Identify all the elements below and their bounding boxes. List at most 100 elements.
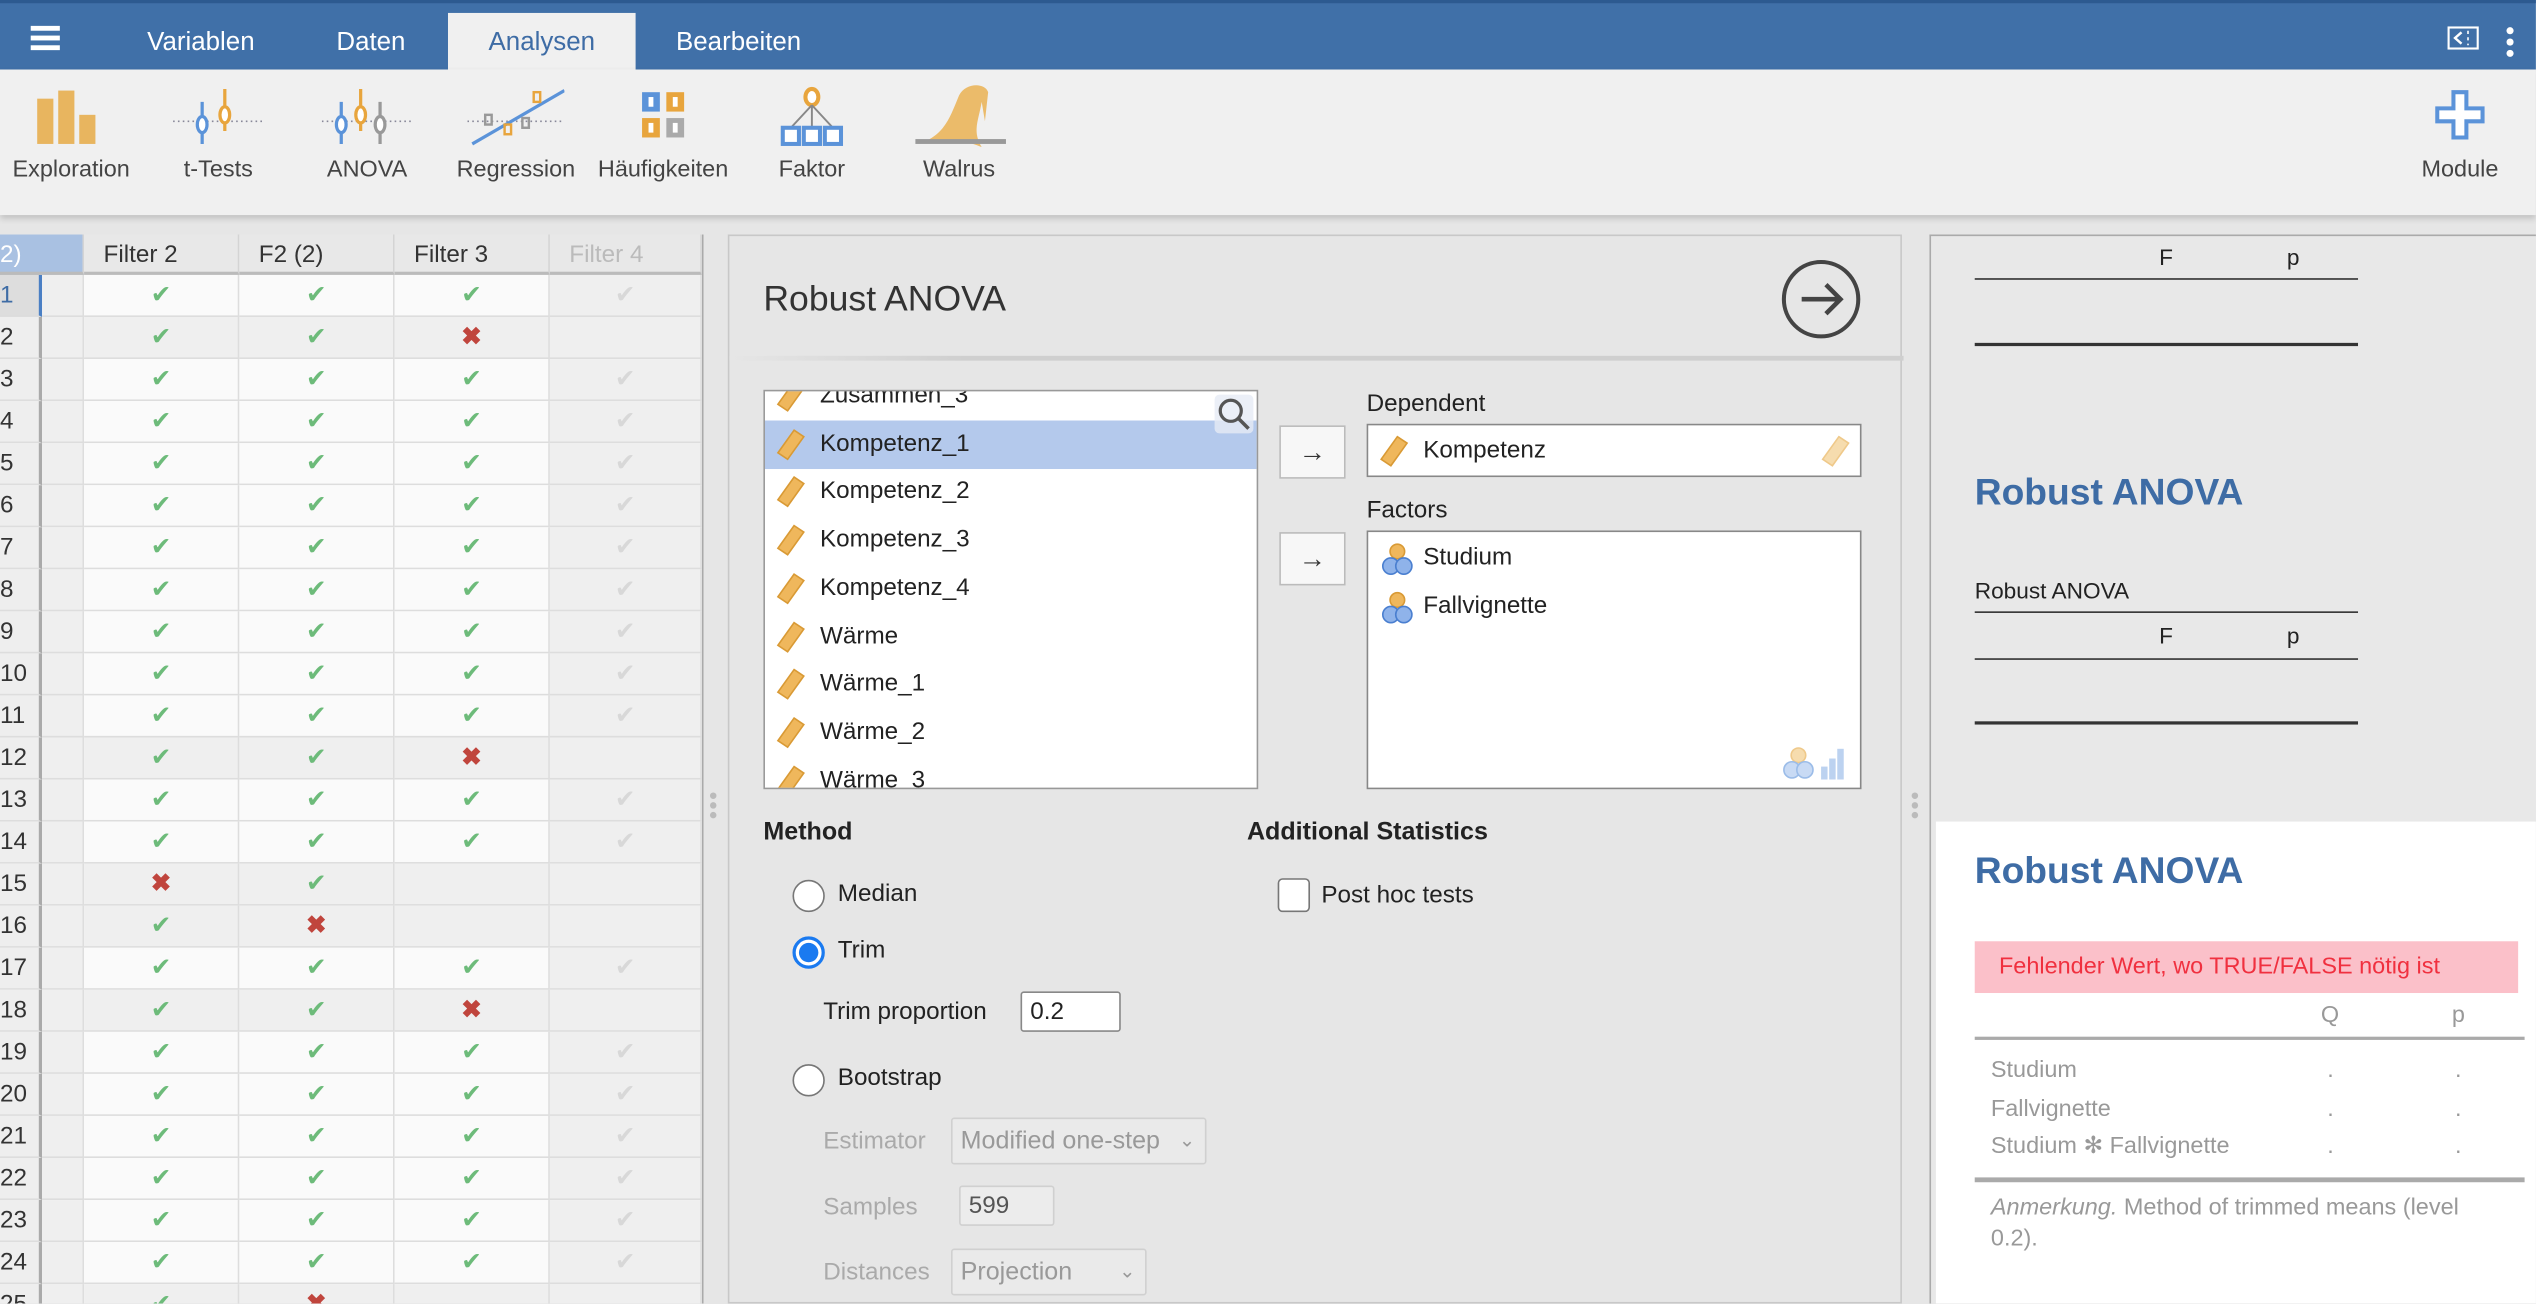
grid-cell[interactable]: ✔ <box>549 1200 702 1243</box>
grid-cell[interactable]: ✔ <box>239 695 395 738</box>
grid-cell[interactable] <box>549 905 702 948</box>
grid-cell[interactable]: ✔ <box>84 737 240 780</box>
post-hoc-label[interactable]: Post hoc tests <box>1321 881 1473 908</box>
grid-cell[interactable] <box>42 359 85 402</box>
grid-cell[interactable]: ✔ <box>84 947 240 990</box>
row-number[interactable]: 25 <box>0 1284 43 1304</box>
grid-cell[interactable]: ✔ <box>549 485 702 528</box>
grid-cell[interactable]: ✔ <box>394 359 550 402</box>
ribbon-exploration[interactable]: Exploration <box>0 82 144 183</box>
grid-cell[interactable]: ✔ <box>84 611 240 654</box>
grid-cell[interactable] <box>549 737 702 780</box>
splitter-handle-left[interactable] <box>709 792 717 821</box>
grid-cell[interactable]: ✔ <box>239 947 395 990</box>
grid-cell[interactable]: ✔ <box>84 359 240 402</box>
grid-cell[interactable] <box>394 863 550 906</box>
grid-cell[interactable]: ✔ <box>84 779 240 822</box>
row-number[interactable]: 16 <box>0 905 43 948</box>
grid-cell[interactable]: ✔ <box>549 569 702 612</box>
row-number[interactable]: 8 <box>0 569 43 612</box>
grid-cell[interactable]: ✔ <box>239 569 395 612</box>
grid-cell[interactable]: ✔ <box>84 569 240 612</box>
grid-cell[interactable]: ✔ <box>84 1242 240 1285</box>
grid-cell[interactable] <box>394 1284 550 1304</box>
factors-field[interactable]: Studium Fallvignette <box>1366 530 1862 790</box>
bootstrap-label[interactable]: Bootstrap <box>838 1064 942 1091</box>
ribbon-anova[interactable]: ANOVA <box>294 82 440 183</box>
tab-analysen[interactable]: Analysen <box>447 12 636 73</box>
ribbon-module[interactable]: Module <box>2387 82 2533 183</box>
row-number[interactable]: 9 <box>0 611 43 654</box>
grid-cell[interactable]: ✔ <box>84 1157 240 1201</box>
column-header-filter-4[interactable]: Filter 4 <box>549 234 702 275</box>
grid-cell[interactable]: ✔ <box>549 359 702 402</box>
grid-cell[interactable]: ✖ <box>84 863 240 906</box>
column-header-filter-2[interactable]: Filter 2 <box>84 234 240 275</box>
grid-cell[interactable]: ✔ <box>394 1031 550 1074</box>
estimator-select[interactable]: Modified one-step ⌄ <box>950 1117 1207 1165</box>
grid-cell[interactable]: ✔ <box>549 527 702 570</box>
grid-cell[interactable] <box>549 863 702 906</box>
grid-cell[interactable]: ✔ <box>394 401 550 444</box>
grid-cell[interactable]: ✔ <box>549 1031 702 1074</box>
grid-cell[interactable]: ✔ <box>394 1157 550 1201</box>
grid-cell[interactable]: ✔ <box>239 989 395 1032</box>
grid-row[interactable]: 10 ✔ ✔ ✔ ✔ <box>0 653 702 696</box>
row-number[interactable]: 12 <box>0 737 43 780</box>
grid-row[interactable]: 3 ✔ ✔ ✔ ✔ <box>0 359 702 402</box>
grid-cell[interactable]: ✔ <box>239 1157 395 1201</box>
grid-row[interactable]: 20 ✔ ✔ ✔ ✔ <box>0 1073 702 1116</box>
row-number[interactable]: 14 <box>0 821 43 864</box>
grid-cell[interactable]: ✔ <box>549 947 702 990</box>
grid-cell[interactable]: ✔ <box>84 695 240 738</box>
variable-list-item[interactable]: Wärme_3 <box>765 756 1257 788</box>
ribbon-faktor[interactable]: Faktor <box>739 82 885 183</box>
grid-cell[interactable]: ✔ <box>84 905 240 948</box>
column-header-filter-3[interactable]: Filter 3 <box>394 234 550 275</box>
grid-row[interactable]: 21 ✔ ✔ ✔ ✔ <box>0 1115 702 1158</box>
grid-row[interactable]: 7 ✔ ✔ ✔ ✔ <box>0 527 702 570</box>
grid-row[interactable]: 16 ✔ ✖ <box>0 905 702 948</box>
grid-cell[interactable]: ✔ <box>239 1242 395 1285</box>
grid-cell[interactable]: ✔ <box>394 1115 550 1158</box>
grid-cell[interactable]: ✔ <box>84 653 240 696</box>
row-number[interactable]: 24 <box>0 1242 43 1285</box>
trim-radio[interactable] <box>792 936 825 969</box>
variable-list-item[interactable]: Kompetenz_1 <box>764 419 1257 469</box>
row-number[interactable]: 18 <box>0 989 43 1032</box>
grid-cell[interactable] <box>42 989 85 1032</box>
grid-cell[interactable]: ✔ <box>394 779 550 822</box>
hamburger-icon[interactable] <box>30 25 60 50</box>
grid-cell[interactable]: ✔ <box>394 695 550 738</box>
grid-cell[interactable]: ✔ <box>84 274 240 317</box>
grid-row[interactable]: 1 ✔ ✔ ✔ ✔ <box>0 274 702 317</box>
grid-cell[interactable] <box>42 779 85 822</box>
grid-cell[interactable]: ✔ <box>239 1200 395 1243</box>
row-number[interactable]: 20 <box>0 1073 43 1116</box>
grid-cell[interactable] <box>549 316 702 360</box>
row-number[interactable]: 19 <box>0 1031 43 1074</box>
grid-cell[interactable] <box>42 653 85 696</box>
grid-cell[interactable]: ✔ <box>239 316 395 360</box>
grid-cell[interactable] <box>394 905 550 948</box>
row-number[interactable]: 17 <box>0 947 43 990</box>
row-number[interactable]: 15 <box>0 863 43 906</box>
grid-cell[interactable]: ✔ <box>239 863 395 906</box>
grid-row[interactable]: 18 ✔ ✔ ✖ <box>0 989 702 1032</box>
grid-cell[interactable]: ✔ <box>549 1157 702 1201</box>
factor-item[interactable]: Studium <box>1368 534 1860 583</box>
ribbon-walrus[interactable]: Walrus <box>886 82 1032 183</box>
grid-cell[interactable]: ✔ <box>394 443 550 486</box>
grid-cell[interactable]: ✔ <box>239 821 395 864</box>
trim-proportion-input[interactable]: 0.2 <box>1020 991 1121 1032</box>
column-header-f2-2[interactable]: F2 (2) <box>239 234 395 275</box>
variable-list-item[interactable]: Kompetenz_3 <box>765 516 1257 565</box>
grid-cell[interactable]: ✔ <box>394 947 550 990</box>
grid-cell[interactable]: ✔ <box>394 485 550 528</box>
grid-row[interactable]: 22 ✔ ✔ ✔ ✔ <box>0 1157 702 1201</box>
grid-row[interactable]: 11 ✔ ✔ ✔ ✔ <box>0 695 702 738</box>
tab-variablen[interactable]: Variablen <box>125 13 278 73</box>
grid-row[interactable]: 8 ✔ ✔ ✔ ✔ <box>0 569 702 612</box>
grid-cell[interactable]: ✖ <box>394 989 550 1032</box>
median-label[interactable]: Median <box>838 880 918 907</box>
